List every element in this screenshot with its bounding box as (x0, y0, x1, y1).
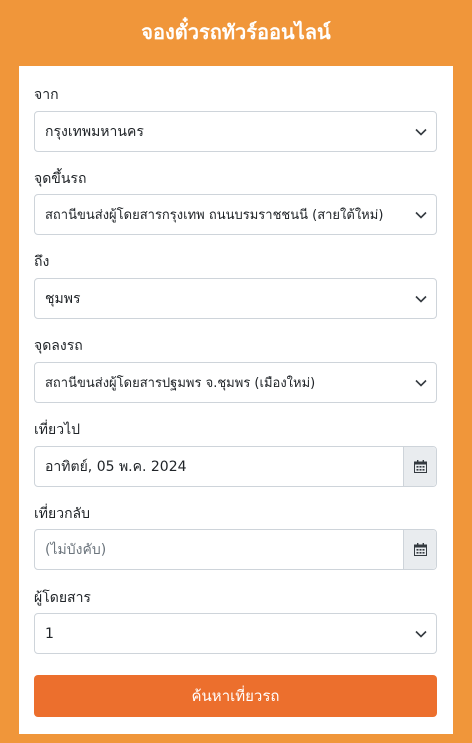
passengers-value: 1 (45, 625, 54, 642)
return-date-placeholder: (ไม่บังคับ) (45, 541, 107, 558)
passengers-select[interactable]: 1 (34, 613, 437, 654)
return-date-input[interactable]: (ไม่บังคับ) (34, 529, 437, 570)
search-trips-button[interactable]: ค้นหาเที่ยวรถ (34, 675, 437, 717)
calendar-icon[interactable] (403, 447, 436, 486)
dropoff-select[interactable]: สถานีขนส่งผู้โดยสารปฐมพร จ.ชุมพร (เมืองใ… (34, 362, 437, 403)
chevron-down-icon (406, 363, 436, 402)
booking-form: จาก กรุงเทพมหานคร จุดขึ้นรถ สถานีขนส่งผู… (19, 66, 453, 734)
to-select[interactable]: ชุมพร (34, 278, 437, 319)
boarding-select[interactable]: สถานีขนส่งผู้โดยสารกรุงเทพ ถนนบรมราชชนนี… (34, 194, 437, 235)
from-value: กรุงเทพมหานคร (45, 123, 144, 140)
calendar-icon[interactable] (403, 530, 436, 569)
boarding-label: จุดขึ้นรถ (34, 171, 87, 187)
to-value: ชุมพร (45, 290, 81, 307)
chevron-down-icon (406, 614, 436, 653)
from-select[interactable]: กรุงเทพมหานคร (34, 111, 437, 152)
depart-date-value: อาทิตย์, 05 พ.ค. 2024 (45, 458, 187, 475)
passengers-label: ผู้โดยสาร (34, 590, 91, 606)
chevron-down-icon (406, 112, 436, 151)
from-label: จาก (34, 87, 59, 103)
dropoff-label: จุดลงรถ (34, 338, 83, 354)
to-label: ถึง (34, 254, 50, 270)
chevron-down-icon (406, 195, 436, 234)
dropoff-value: สถานีขนส่งผู้โดยสารปฐมพร จ.ชุมพร (เมืองใ… (45, 376, 316, 391)
boarding-value: สถานีขนส่งผู้โดยสารกรุงเทพ ถนนบรมราชชนนี… (45, 208, 384, 223)
page-title: จองตั๋วรถทัวร์ออนไลน์ (141, 20, 331, 44)
return-label: เที่ยวกลับ (34, 506, 91, 522)
chevron-down-icon (406, 279, 436, 318)
depart-label: เที่ยวไป (34, 422, 81, 438)
depart-date-input[interactable]: อาทิตย์, 05 พ.ค. 2024 (34, 446, 437, 487)
